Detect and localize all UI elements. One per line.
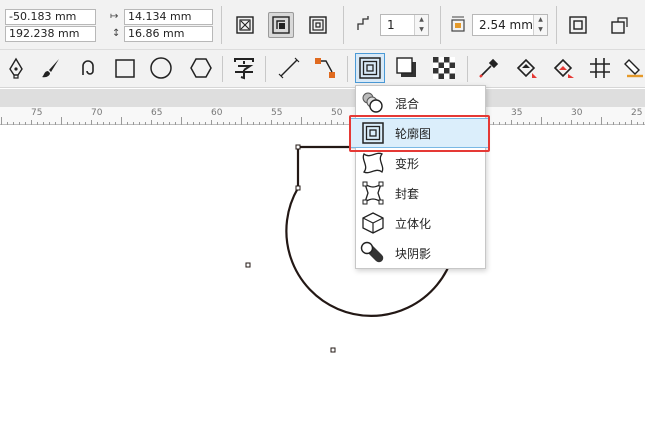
offset-spinner[interactable]: ▲ ▼ [533,15,547,35]
menu-item-label: 变形 [395,156,420,171]
ellipse-tool-button[interactable] [146,53,176,83]
menu-item-label: 混合 [395,96,420,111]
smart-fill-button[interactable] [548,53,578,83]
contour-offset-input[interactable]: 2.54 mm ▲ ▼ [472,14,548,36]
connector-icon [315,58,335,78]
eyedropper-button[interactable] [474,53,504,83]
rectangle-icon [115,59,135,78]
ruler-ticks [1,117,644,125]
contour-outside-icon [309,16,327,34]
contour-icon [356,118,390,148]
contour-tool-button[interactable] [355,53,385,83]
menu-item-label: 立体化 [395,216,432,231]
object-and-color-acceleration-button[interactable] [565,12,591,38]
menu-item-envelope[interactable]: 封套 [356,178,485,208]
contour-offset-icon [449,15,467,36]
copy-contour-button[interactable] [606,12,632,38]
contour-icon [359,57,381,79]
separator [440,6,441,44]
drop-shadow-icon [396,57,416,77]
text-tool-button[interactable] [229,53,259,83]
contour-steps-input[interactable]: 1 ▲ ▼ [380,14,429,36]
steps-spinner[interactable]: ▲ ▼ [414,15,428,35]
ruler-scale: 75 70 65 60 55 50 35 30 25 [0,107,645,125]
mesh-fill-button[interactable] [585,53,615,83]
pen-icon [9,57,23,79]
fill-bucket-icon [516,58,537,78]
menu-item-contour[interactable]: 轮廓图 [350,118,489,148]
menu-item-label: 轮廓图 [395,126,432,141]
x-position-field[interactable]: -50.183 mm [5,9,96,25]
drawing-shape[interactable] [0,126,645,424]
drawing-canvas[interactable] [0,126,645,424]
distort-icon [356,148,390,178]
eraser-button[interactable] [619,53,645,83]
menu-item-block-shadow[interactable]: 块阴影 [356,238,485,268]
text-icon [234,58,254,80]
polygon-icon [190,58,212,78]
block-shadow-icon [356,238,390,268]
dimension-icon [278,57,300,79]
separator [265,56,266,82]
ellipse-icon [150,57,172,79]
contour-steps-value: 1 [387,18,395,32]
contour-steps-icon [356,14,374,35]
connector-tool-button[interactable] [310,53,340,83]
square-frame-icon [569,16,587,34]
horizontal-ruler[interactable]: 75 70 65 60 55 50 35 30 25 [0,89,645,125]
curve-icon [82,60,94,75]
blend-icon [356,88,390,118]
checkerboard-icon [433,57,455,79]
separator [347,56,348,82]
height-field[interactable]: 16.86 mm [124,26,213,42]
effects-flyout-menu: 混合 轮廓图 变形 封套 立体化 块阴影 [350,85,489,269]
separator [343,6,344,44]
toolbox [0,50,645,88]
contour-offset-value: 2.54 mm [479,18,533,32]
rectangle-tool-button[interactable] [110,53,140,83]
extrude-icon [356,208,390,238]
envelope-icon [356,178,390,208]
property-bar: -50.183 mm 192.238 mm ↦ 14.134 mm ↕ 16.8… [0,0,645,50]
contour-to-center-button[interactable] [232,12,258,38]
curve-tool-button[interactable] [74,53,104,83]
parallel-dimension-button[interactable] [274,53,304,83]
pen-tool-button[interactable] [1,53,31,83]
brush-icon [42,59,59,78]
separator [467,56,468,82]
mesh-icon [590,58,610,78]
transparency-button[interactable] [429,53,459,83]
width-icon: ↦ [110,11,119,22]
smart-fill-icon [553,58,574,78]
artistic-media-button[interactable] [36,53,66,83]
contour-inside-button[interactable] [268,12,294,38]
separator [221,6,222,44]
width-field[interactable]: 14.134 mm [124,9,213,25]
contour-center-icon [236,16,254,34]
eyedropper-icon [479,58,499,78]
y-position-field[interactable]: 192.238 mm [5,26,96,42]
copy-properties-icon [611,17,628,34]
menu-item-blend[interactable]: 混合 [356,88,485,118]
contour-inside-icon [272,16,290,34]
ruler-band [0,89,645,107]
height-icon: ↕ [112,28,121,39]
menu-item-distort[interactable]: 变形 [356,148,485,178]
menu-item-label: 封套 [395,186,420,201]
drop-shadow-button[interactable] [392,53,422,83]
contour-outside-button[interactable] [305,12,331,38]
menu-item-extrude[interactable]: 立体化 [356,208,485,238]
eraser-icon [624,59,643,78]
separator [222,56,223,82]
menu-item-label: 块阴影 [395,246,432,261]
separator [556,6,557,44]
interactive-fill-button[interactable] [511,53,541,83]
polygon-tool-button[interactable] [186,53,216,83]
